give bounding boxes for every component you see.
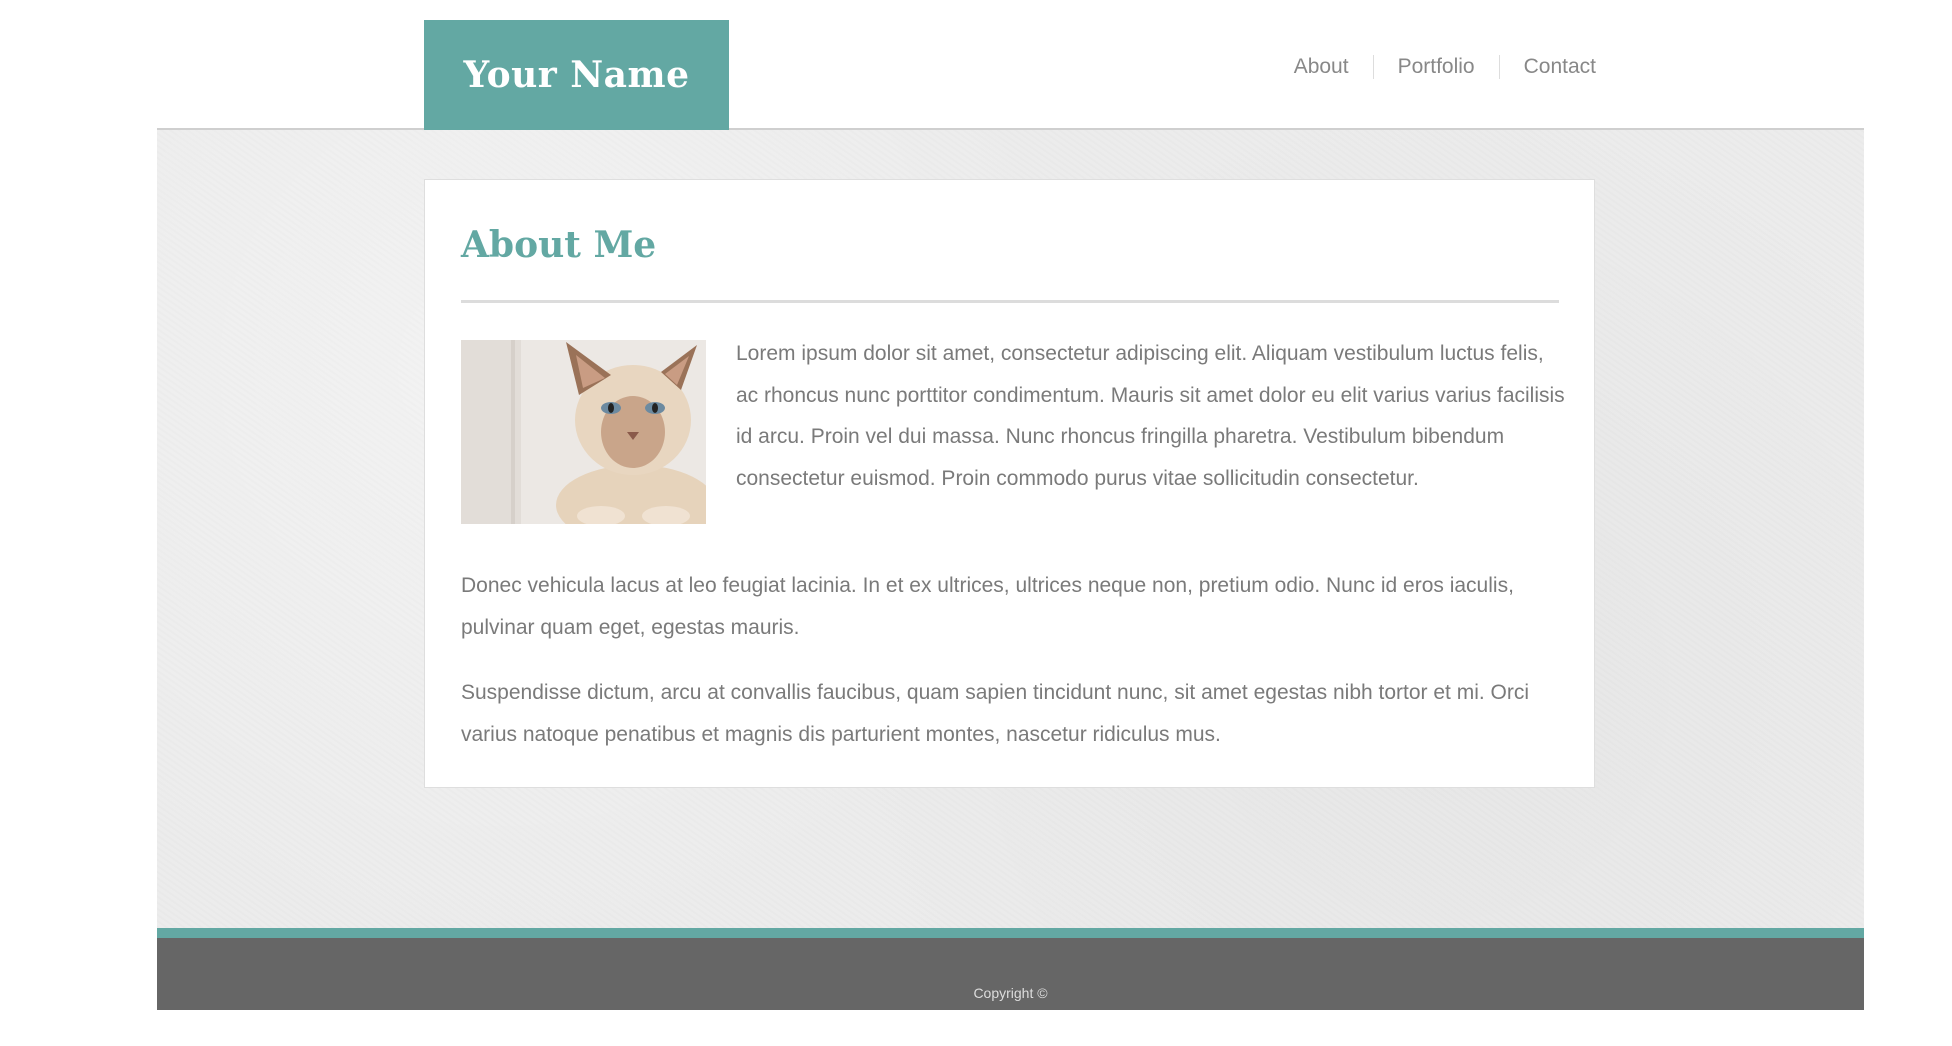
nav-link-contact[interactable]: Contact [1498,55,1596,79]
site-name[interactable]: Your Name [464,54,690,96]
title-divider [461,300,1559,303]
paragraph-third: Suspendisse dictum, arcu at convallis fa… [461,681,1530,746]
cat-photo [461,340,706,524]
nav-link-portfolio[interactable]: Portfolio [1372,55,1499,79]
footer-accent-stripe [157,928,1864,938]
about-card: About Me Lorem ipsum dolor sit amet, con… [424,179,1595,788]
paragraph-intro: Lorem ipsum dolor sit amet, consectetur … [736,342,1565,490]
site-header: Your Name About Portfolio Contact [157,0,1864,130]
page-title: About Me [461,224,657,266]
site-logo[interactable]: Your Name [424,20,729,130]
main-nav: About Portfolio Contact [1270,55,1596,79]
paragraph-second: Donec vehicula lacus at leo feugiat laci… [461,574,1514,639]
nav-link-about[interactable]: About [1270,55,1373,79]
main-content: About Me Lorem ipsum dolor sit amet, con… [157,130,1864,928]
copyright-text: Copyright © [973,985,1048,1001]
site-wrapper: Your Name About Portfolio Contact About … [157,0,1864,1010]
site-footer: Copyright © [157,938,1864,1010]
